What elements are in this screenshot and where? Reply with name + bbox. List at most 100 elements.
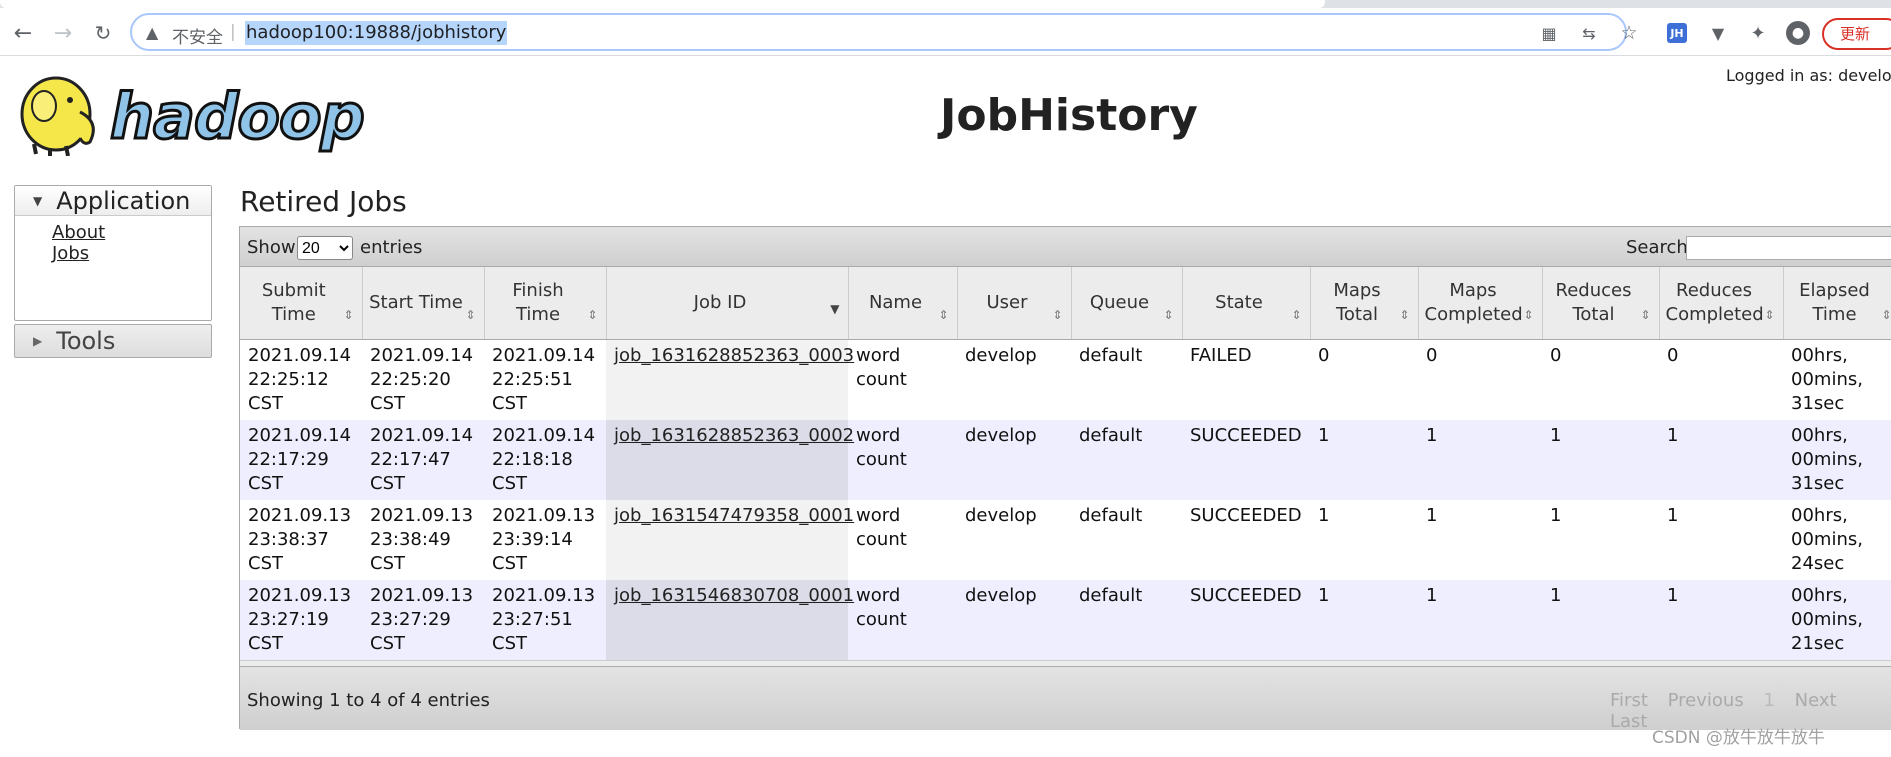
cell-reduces-total: 1 [1542,579,1659,660]
cell-maps-completed: 1 [1418,419,1542,500]
cell-maps-total: 1 [1310,419,1418,500]
extensions-puzzle-icon[interactable]: ✦ [1746,21,1770,45]
sort-icon: ⇕ [1640,307,1651,322]
cell-reduces-completed: 1 [1659,579,1783,660]
col-queue[interactable]: Queue ⇕ [1071,267,1183,340]
url-text[interactable]: hadoop100:19888/jobhistory [245,21,508,45]
tab-strip [0,0,1891,8]
application-header[interactable]: ▼ Application [15,186,211,216]
col-elapsed-time[interactable]: Elapsed Time ⇕ [1783,267,1891,340]
cell-start: 2021.09.13 23:38:49 CST [362,499,484,580]
search-label: Search: [1626,237,1694,258]
back-icon[interactable]: ← [10,20,36,46]
col-submit-time[interactable]: Submit Time ⇕ [240,267,363,340]
page-title: JobHistory [940,90,1198,141]
col-name[interactable]: Name ⇕ [848,267,958,340]
search-input[interactable] [1686,236,1891,260]
entries-label: entries [360,237,423,258]
cell-state: SUCCEEDED [1182,579,1310,660]
address-bar[interactable]: ▲ 不安全 | hadoop100:19888/jobhistory ▦ ⇆ ☆ [130,13,1638,51]
logged-in-label: Logged in as: develop [1726,66,1891,85]
cell-queue: default [1071,579,1182,660]
cell-finish: 2021.09.14 22:18:18 CST [484,419,606,500]
cell-submit: 2021.09.13 23:38:37 CST [240,499,362,580]
sort-icon: ⇕ [1764,307,1775,322]
table-info: Showing 1 to 4 of 4 entries [247,690,490,711]
col-maps-total[interactable]: Maps Total ⇕ [1310,267,1419,340]
forward-icon[interactable]: → [50,20,76,46]
pager-last-button[interactable]: Last [1610,711,1648,732]
header-row: Submit Time ⇕ Start Time ⇕ Finish Time ⇕ Jo… [240,267,1891,340]
show-label: Show [247,237,296,258]
col-start-time[interactable]: Start Time ⇕ [362,267,485,340]
cell-reduces-completed: 1 [1659,419,1783,500]
profile-avatar-icon[interactable]: ● [1786,21,1810,45]
col-label: State [1215,291,1263,313]
col-finish-time[interactable]: Finish Time ⇕ [484,267,607,340]
cell-reduces-completed: 0 [1659,339,1783,420]
job-id-link[interactable]: job_1631547479358_0001 [614,505,854,526]
job-id-link[interactable]: job_1631628852363_0003 [614,345,854,366]
vue-extension-icon[interactable]: ▼ [1706,21,1730,45]
cell-elapsed: 00hrs, 00mins, 31sec [1783,419,1891,500]
sort-icon: ⇕ [343,307,354,322]
cell-maps-completed: 1 [1418,499,1542,580]
cell-start: 2021.09.13 23:27:29 CST [362,579,484,660]
pager-previous-button[interactable]: Previous [1668,690,1744,711]
job-id-link[interactable]: job_1631546830708_0001 [614,585,854,606]
browser-toolbar: ← → ↻ ▲ 不安全 | hadoop100:19888/jobhistory… [0,8,1891,56]
col-label: Reduces Total [1555,279,1632,325]
pager-next-button[interactable]: Next [1795,690,1837,711]
cell-state: SUCCEEDED [1182,499,1310,580]
sort-icon: ⇕ [1523,307,1534,322]
about-link[interactable]: About [52,222,211,243]
col-label: Queue [1089,291,1150,313]
cell-elapsed: 00hrs, 00mins, 21sec [1783,579,1891,660]
page-size-select[interactable]: 20 [297,236,353,260]
translate-icon[interactable]: ⇆ [1578,22,1600,44]
cell-maps-total: 0 [1310,339,1418,420]
cell-start: 2021.09.14 22:17:47 CST [362,419,484,500]
cell-user: develop [957,339,1071,420]
qr-code-icon[interactable]: ▦ [1538,22,1560,44]
jobs-table: Submit Time ⇕ Start Time ⇕ Finish Time ⇕ Jo… [240,267,1891,704]
tools-header[interactable]: ▶ Tools [14,324,212,358]
cell-submit: 2021.09.13 23:27:19 CST [240,579,362,660]
cell-name: word count [848,419,957,500]
col-maps-completed[interactable]: Maps Completed ⇕ [1418,267,1543,340]
col-label: Submit Time [261,279,326,325]
cell-job-id: job_1631546830708_0001 [606,579,854,660]
col-state[interactable]: State ⇕ [1182,267,1311,340]
col-reduces-completed[interactable]: Reduces Completed ⇕ [1659,267,1784,340]
insecure-label[interactable]: 不安全 [172,23,223,48]
update-button[interactable]: 更新 [1822,18,1891,50]
pager-first-button[interactable]: First [1610,690,1648,711]
cell-finish: 2021.09.13 23:27:51 CST [484,579,606,660]
col-user[interactable]: User ⇕ [957,267,1072,340]
pager-page-1-button[interactable]: 1 [1763,690,1774,711]
warning-icon[interactable]: ▲ [146,23,158,42]
reload-icon[interactable]: ↻ [90,20,116,46]
col-label: Name [868,291,923,313]
col-reduces-total[interactable]: Reduces Total ⇕ [1542,267,1660,340]
jobs-link[interactable]: Jobs [52,243,211,264]
section-title: Retired Jobs [240,185,407,218]
cell-queue: default [1071,419,1182,500]
cell-name: word count [848,339,957,420]
col-job-id[interactable]: Job ID ▼ [606,267,849,340]
table-row: 2021.09.14 22:17:29 CST 2021.09.14 22:17… [240,419,1891,500]
col-label: Finish Time [512,279,564,325]
csdn-watermark: CSDN @放牛放牛放牛 [1652,728,1825,748]
cell-reduces-completed: 1 [1659,499,1783,580]
bookmark-star-icon[interactable]: ☆ [1618,22,1640,44]
cell-user: develop [957,419,1071,500]
cell-state: SUCCEEDED [1182,419,1310,500]
jh-extension-icon[interactable]: JH [1667,23,1687,43]
sort-icon: ⇕ [587,307,598,322]
sort-icon: ⇕ [938,307,949,322]
col-label: Reduces Completed [1665,279,1764,325]
cell-reduces-total: 0 [1542,339,1659,420]
application-section: ▼ Application About Jobs [14,185,212,321]
active-tab[interactable] [0,0,1325,8]
job-id-link[interactable]: job_1631628852363_0002 [614,425,854,446]
